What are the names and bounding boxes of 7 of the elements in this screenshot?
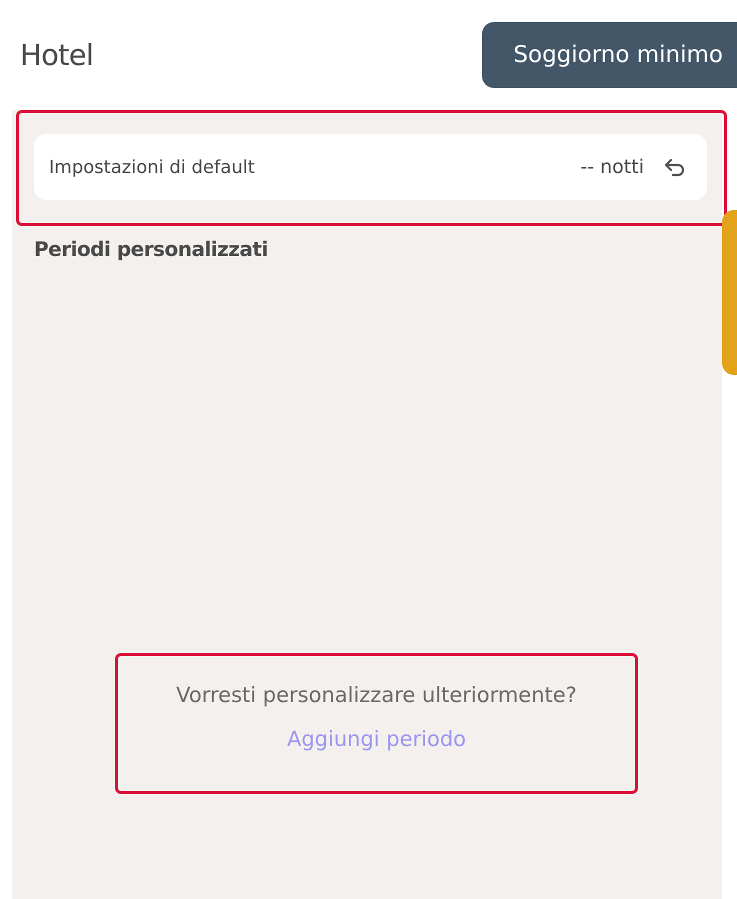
section-title: Periodi personalizzati [34, 236, 269, 263]
minimum-stay-button[interactable]: Soggiorno minimo [482, 22, 737, 88]
customize-prompt: Vorresti personalizzare ulteriormente? [176, 682, 577, 709]
nights-value: -- notti [580, 154, 644, 180]
page-title: Hotel [20, 37, 94, 73]
undo-icon[interactable] [664, 157, 686, 177]
default-settings-label: Impostazioni di default [49, 156, 256, 180]
